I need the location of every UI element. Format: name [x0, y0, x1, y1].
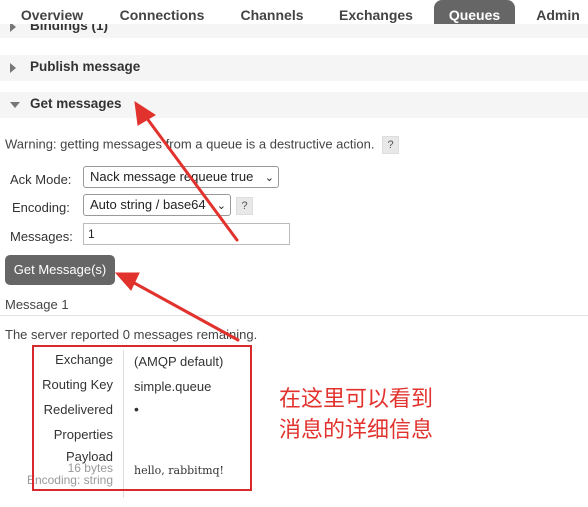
arrow-to-get-messages	[141, 111, 239, 242]
arrow-to-get-button	[125, 277, 240, 342]
arrowhead-icon	[134, 100, 156, 126]
arrowhead-icon	[114, 272, 140, 291]
annotation-arrows	[114, 100, 240, 342]
